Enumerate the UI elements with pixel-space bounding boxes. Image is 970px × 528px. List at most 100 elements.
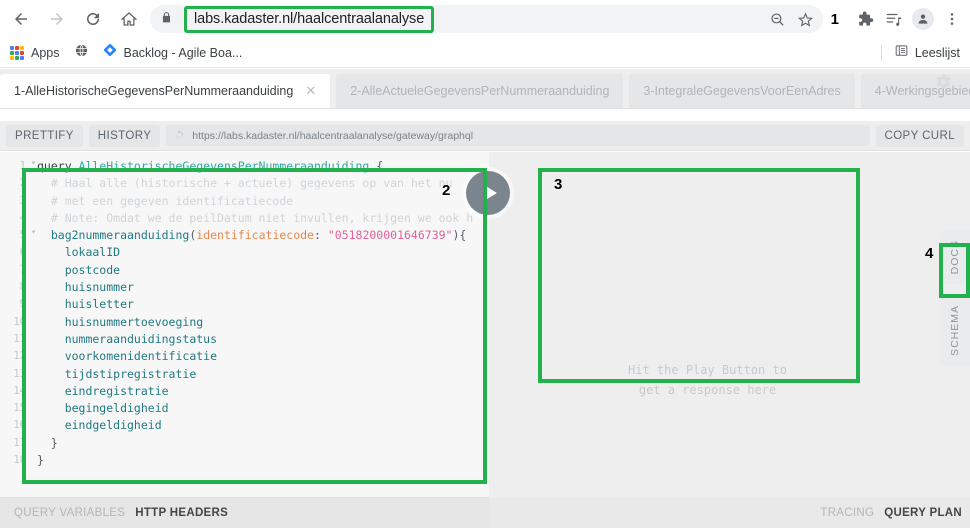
reading-list-label[interactable]: Leeslijst <box>915 46 960 60</box>
three-dots-menu-icon[interactable] <box>938 5 966 33</box>
bookmark-apps[interactable]: Apps <box>10 45 60 60</box>
code-line[interactable]: 16 eindgeldigheid <box>0 417 489 434</box>
code-line[interactable]: 2 # Haal alle (historische + actuele) ge… <box>0 175 489 192</box>
code-text: } <box>30 435 58 452</box>
code-token: eindregistratie <box>37 383 169 398</box>
jira-diamond-icon <box>103 43 117 62</box>
code-line[interactable]: 4 # Note: Omdat we de peilDatum niet inv… <box>0 210 489 227</box>
code-line[interactable]: 10 huisnummertoevoeging <box>0 314 489 331</box>
code-lines[interactable]: 1 query AlleHistorischeGegevensPerNummera… <box>0 158 489 469</box>
code-text: huisnummertoevoeging <box>30 314 203 331</box>
graphiql-tab-3[interactable]: 3-IntegraleGegevensVoorEenAdres <box>629 74 855 108</box>
line-number: 13 <box>13 367 26 380</box>
graphiql-tab-4[interactable]: 4-Werkingsgebied <box>860 74 970 108</box>
code-token: # met een gegeven identificatiecode <box>37 193 294 208</box>
code-line[interactable]: 11 nummeraanduidingstatus <box>0 331 489 348</box>
code-token: nummeraanduidingstatus <box>37 331 218 346</box>
annotation-marker-1: 1 <box>830 10 839 28</box>
code-text: lokaalID <box>30 244 120 261</box>
code-token: AlleHistorischeGegevensPerNummeraanduidi… <box>78 159 370 173</box>
code-line[interactable]: 8 huisnummer <box>0 279 489 296</box>
code-line[interactable]: 17 } <box>0 435 489 452</box>
endpoint-url-text: https://labs.kadaster.nl/haalcentraalana… <box>192 129 474 142</box>
code-text: huisnummer <box>30 279 134 296</box>
docs-tab-label: DOCS <box>949 239 961 275</box>
divider <box>880 44 882 61</box>
code-token: # Note: Omdat we de peilDatum niet invul… <box>37 210 474 225</box>
line-number: 2 <box>19 177 26 190</box>
code-token: # Haal alle (historische + actuele) gege… <box>37 176 453 191</box>
code-line[interactable]: 6 lokaalID <box>0 244 489 261</box>
graphiql-tab-3-label: 3-IntegraleGegevensVoorEenAdres <box>643 84 841 98</box>
code-token: postcode <box>37 262 121 277</box>
star-icon[interactable] <box>793 6 819 32</box>
line-number: 18 <box>13 454 26 467</box>
code-token: eindgeldigheid <box>37 418 162 433</box>
media-playlist-icon[interactable] <box>880 5 908 33</box>
line-number: 14 <box>13 384 26 397</box>
copy-curl-button[interactable]: COPY CURL <box>875 124 964 147</box>
code-line[interactable]: 14 eindregistratie <box>0 383 489 400</box>
graphiql-tab-2-label: 2-AlleActueleGegevensPerNummeraanduiding <box>350 84 610 98</box>
code-token: begingeldigheid <box>37 401 169 416</box>
endpoint-url-field[interactable]: https://labs.kadaster.nl/haalcentraalana… <box>166 125 870 146</box>
browser-action-icons <box>851 5 970 33</box>
code-text: } <box>30 452 44 469</box>
code-token: ){ <box>452 228 467 243</box>
reload-icon <box>84 10 102 28</box>
code-line[interactable]: 5 bag2nummeraanduiding(identificatiecode… <box>0 227 489 244</box>
prettify-button[interactable]: PRETTIFY <box>6 124 83 147</box>
fold-arrow-icon[interactable] <box>31 230 36 234</box>
docs-tab[interactable]: DOCS <box>940 230 970 284</box>
code-text: begingeldigheid <box>30 400 169 417</box>
home-button[interactable] <box>114 4 144 34</box>
code-token: : <box>313 228 328 243</box>
code-line[interactable]: 15 begingeldigheid <box>0 400 489 417</box>
query-variables-tab[interactable]: QUERY VARIABLES <box>14 507 125 519</box>
settings-button[interactable] <box>935 73 952 95</box>
url-text[interactable]: labs.kadaster.nl/haalcentraalanalyse <box>194 11 424 27</box>
reading-list-icon[interactable] <box>894 43 909 63</box>
arrow-right-icon <box>48 10 66 28</box>
code-line[interactable]: 1 query AlleHistorischeGegevensPerNummera… <box>0 158 489 175</box>
back-button[interactable] <box>6 4 36 34</box>
code-line[interactable]: 18} <box>0 452 489 469</box>
code-token: tijdstipregistratie <box>37 366 197 381</box>
zoom-out-icon[interactable] <box>765 6 791 32</box>
schema-tab-label: SCHEMA <box>949 304 961 356</box>
query-plan-tab[interactable]: QUERY PLAN <box>884 507 962 519</box>
extensions-puzzle-icon[interactable] <box>851 5 879 33</box>
graphiql-tab-1[interactable]: 1-AlleHistorischeGegevensPerNummeraandui… <box>0 74 331 108</box>
play-button[interactable] <box>466 171 510 215</box>
omnibox[interactable]: labs.kadaster.nl/haalcentraalanalyse <box>150 5 823 33</box>
code-text: # Note: Omdat we de peilDatum niet invul… <box>30 210 473 227</box>
arrow-left-icon <box>12 10 30 28</box>
bookmark-backlog[interactable]: Backlog - Agile Boa... <box>103 43 242 62</box>
fold-arrow-icon[interactable] <box>31 161 36 165</box>
http-headers-tab[interactable]: HTTP HEADERS <box>135 507 228 519</box>
response-placeholder-line2: get a response here <box>638 383 777 397</box>
bookmark-globe[interactable] <box>74 43 89 63</box>
close-icon[interactable]: ✕ <box>305 83 316 99</box>
url-highlight-box: labs.kadaster.nl/haalcentraalanalyse <box>184 5 435 33</box>
graphiql-tab-2[interactable]: 2-AlleActueleGegevensPerNummeraanduiding <box>336 74 624 108</box>
forward-button[interactable] <box>42 4 72 34</box>
code-line[interactable]: 9 huisletter <box>0 296 489 313</box>
response-pane: Hit the Play Button to get a response he… <box>489 152 926 498</box>
code-line[interactable]: 12 voorkomenidentificatie <box>0 348 489 365</box>
code-token: "0518200001646739" <box>327 228 453 243</box>
profile-avatar-icon[interactable] <box>909 5 937 33</box>
code-token: huisnummertoevoeging <box>37 314 204 329</box>
schema-tab[interactable]: SCHEMA <box>940 294 970 366</box>
code-line[interactable]: 7 postcode <box>0 262 489 279</box>
reload-button[interactable] <box>78 4 108 34</box>
history-button[interactable]: HISTORY <box>88 124 161 147</box>
bottom-bar-right: TRACING QUERY PLAN <box>489 498 970 528</box>
code-line[interactable]: 3 # met een gegeven identificatiecode <box>0 193 489 210</box>
code-token: huisletter <box>37 297 134 312</box>
tracing-tab[interactable]: TRACING <box>820 507 874 519</box>
code-token: lokaalID <box>37 245 121 260</box>
query-editor[interactable]: 1 query AlleHistorischeGegevensPerNummera… <box>0 152 489 498</box>
code-line[interactable]: 13 tijdstipregistratie <box>0 366 489 383</box>
line-number: 15 <box>13 402 26 415</box>
